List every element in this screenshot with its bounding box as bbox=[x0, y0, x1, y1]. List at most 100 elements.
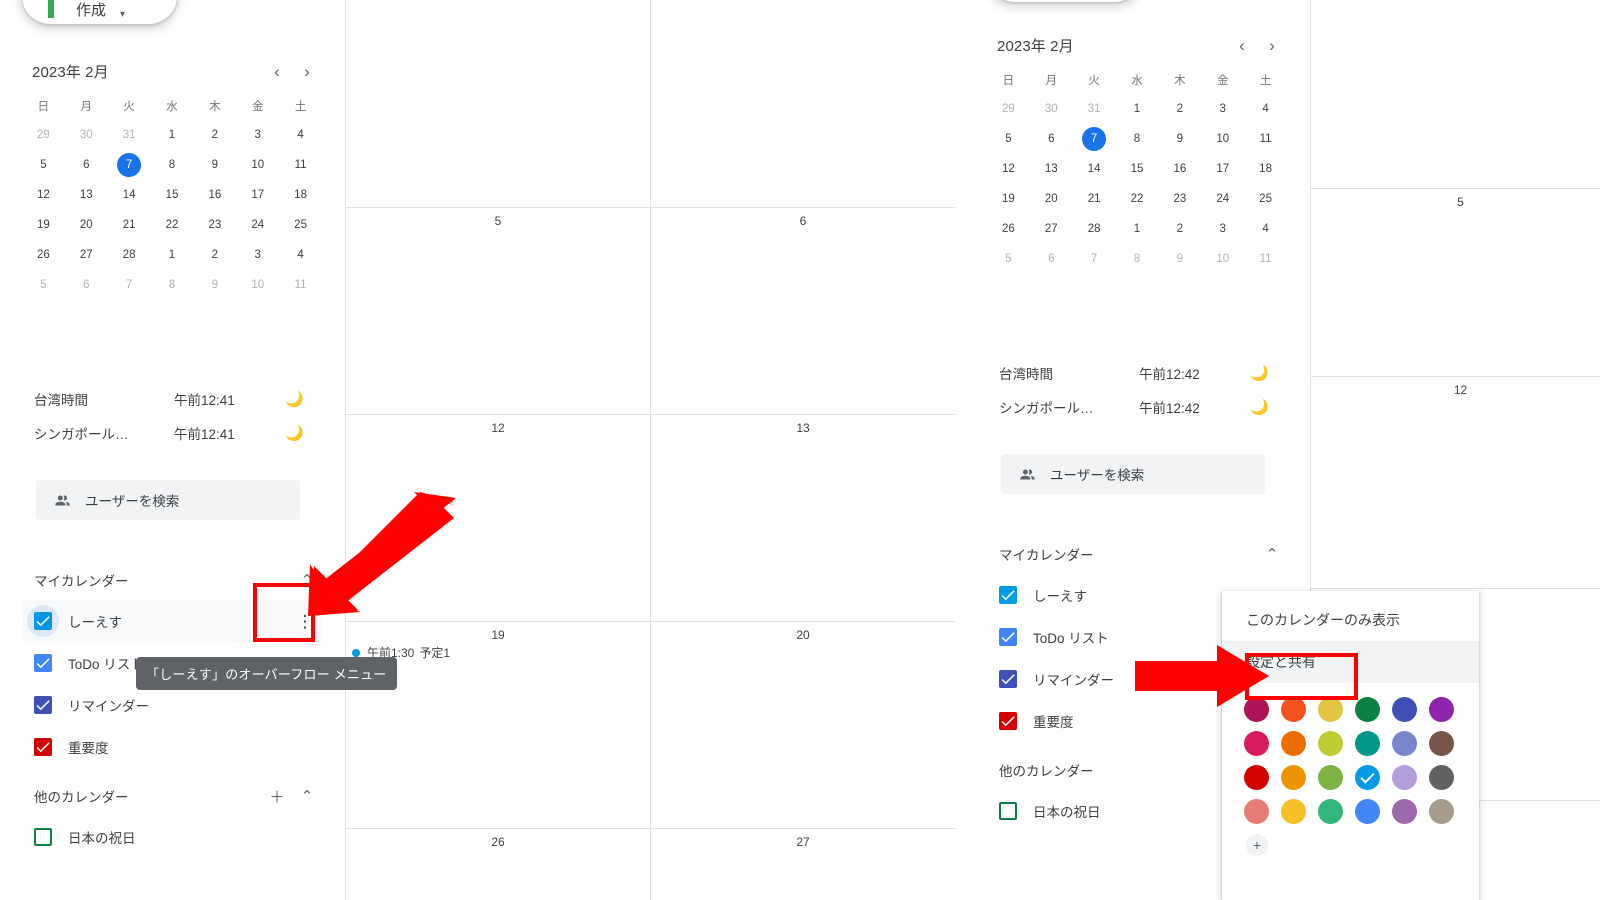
color-swatch[interactable] bbox=[1429, 697, 1454, 722]
mini-day[interactable]: 7 bbox=[108, 270, 151, 300]
mini-day[interactable]: 24 bbox=[1201, 184, 1244, 214]
mini-day[interactable]: 23 bbox=[1158, 184, 1201, 214]
mini-day[interactable]: 11 bbox=[1244, 244, 1287, 274]
color-swatch[interactable] bbox=[1281, 799, 1306, 824]
mini-day[interactable]: 10 bbox=[1201, 124, 1244, 154]
mini-day[interactable]: 10 bbox=[236, 270, 279, 300]
prev-month-button[interactable]: ‹ bbox=[262, 63, 292, 80]
color-swatch[interactable] bbox=[1281, 765, 1306, 790]
mini-day[interactable]: 2 bbox=[193, 240, 236, 270]
mini-day[interactable]: 4 bbox=[1244, 94, 1287, 124]
grid-cell[interactable]: 20 bbox=[650, 621, 955, 828]
calendar-checkbox[interactable] bbox=[999, 628, 1017, 646]
mini-day[interactable]: 4 bbox=[279, 120, 322, 150]
mini-day[interactable]: 12 bbox=[22, 180, 65, 210]
mini-day[interactable]: 4 bbox=[1244, 214, 1287, 244]
color-swatch[interactable] bbox=[1318, 765, 1343, 790]
mini-day[interactable]: 24 bbox=[236, 210, 279, 240]
grid-cell[interactable]: 5 bbox=[345, 207, 650, 414]
color-swatch[interactable] bbox=[1355, 799, 1380, 824]
color-swatch[interactable] bbox=[1429, 765, 1454, 790]
next-month-button[interactable]: › bbox=[1257, 37, 1287, 54]
mini-day[interactable]: 9 bbox=[1158, 124, 1201, 154]
mini-day-today[interactable]: 7 bbox=[108, 150, 151, 180]
next-month-button[interactable]: › bbox=[292, 63, 322, 80]
grid-cell[interactable]: 27 bbox=[650, 828, 955, 900]
search-user-input[interactable]: ユーザーを検索 bbox=[1001, 454, 1265, 494]
grid-cell[interactable] bbox=[650, 0, 955, 207]
mini-day[interactable]: 31 bbox=[108, 120, 151, 150]
mini-day[interactable]: 21 bbox=[1073, 184, 1116, 214]
mini-day[interactable]: 5 bbox=[987, 244, 1030, 274]
color-swatch[interactable] bbox=[1281, 731, 1306, 756]
color-swatch[interactable] bbox=[1318, 731, 1343, 756]
mini-day[interactable]: 6 bbox=[65, 150, 108, 180]
mini-day[interactable]: 5 bbox=[22, 270, 65, 300]
mini-day[interactable]: 18 bbox=[279, 180, 322, 210]
color-swatch-selected[interactable] bbox=[1355, 765, 1380, 790]
mini-day[interactable]: 16 bbox=[193, 180, 236, 210]
mini-day[interactable]: 10 bbox=[236, 150, 279, 180]
mini-day[interactable]: 1 bbox=[1116, 214, 1159, 244]
mini-day[interactable]: 30 bbox=[1030, 94, 1073, 124]
mini-day[interactable]: 18 bbox=[1244, 154, 1287, 184]
grid-cell[interactable]: 5 bbox=[1310, 188, 1600, 376]
calendar-checkbox[interactable] bbox=[999, 712, 1017, 730]
calendar-checkbox[interactable] bbox=[34, 654, 52, 672]
mini-day[interactable]: 2 bbox=[193, 120, 236, 150]
color-swatch[interactable] bbox=[1392, 799, 1417, 824]
mini-day[interactable]: 22 bbox=[151, 210, 194, 240]
plus-icon[interactable]: ＋ bbox=[262, 786, 292, 807]
mini-day[interactable]: 31 bbox=[1073, 94, 1116, 124]
color-swatch[interactable] bbox=[1355, 731, 1380, 756]
calendar-list-item-1[interactable]: しーえす ⋮ bbox=[22, 600, 322, 642]
calendar-checkbox[interactable] bbox=[34, 696, 52, 714]
mini-day[interactable]: 28 bbox=[108, 240, 151, 270]
color-swatch[interactable] bbox=[1244, 799, 1269, 824]
mini-day[interactable]: 6 bbox=[1030, 244, 1073, 274]
calendar-list-item-3[interactable]: リマインダー bbox=[22, 684, 322, 726]
mini-day[interactable]: 2 bbox=[1158, 94, 1201, 124]
mini-day[interactable]: 5 bbox=[987, 124, 1030, 154]
chevron-up-icon[interactable]: ⌃ bbox=[1257, 545, 1287, 563]
mini-day[interactable]: 11 bbox=[1244, 124, 1287, 154]
mini-day[interactable]: 8 bbox=[1116, 124, 1159, 154]
overflow-menu-button[interactable]: ⋮ bbox=[288, 613, 322, 630]
color-swatch[interactable] bbox=[1392, 697, 1417, 722]
mini-day[interactable]: 8 bbox=[151, 150, 194, 180]
mini-day[interactable]: 1 bbox=[151, 240, 194, 270]
mini-day[interactable]: 9 bbox=[193, 270, 236, 300]
grid-cell[interactable]: 19 午前1:30 予定1 bbox=[345, 621, 650, 828]
color-swatch[interactable] bbox=[1318, 799, 1343, 824]
color-swatch[interactable] bbox=[1281, 697, 1306, 722]
mini-day[interactable]: 7 bbox=[1073, 244, 1116, 274]
color-swatch[interactable] bbox=[1429, 731, 1454, 756]
color-swatch[interactable] bbox=[1244, 765, 1269, 790]
mini-day-today[interactable]: 7 bbox=[1073, 124, 1116, 154]
create-button[interactable]: 作成 ▾ bbox=[987, 0, 1142, 2]
mini-day[interactable]: 15 bbox=[1116, 154, 1159, 184]
calendar-list-item-4[interactable]: 重要度 bbox=[22, 726, 322, 768]
mini-day[interactable]: 25 bbox=[279, 210, 322, 240]
mini-day[interactable]: 27 bbox=[65, 240, 108, 270]
mini-day[interactable]: 6 bbox=[65, 270, 108, 300]
mini-day[interactable]: 15 bbox=[151, 180, 194, 210]
mini-day[interactable]: 14 bbox=[108, 180, 151, 210]
mini-day[interactable]: 20 bbox=[1030, 184, 1073, 214]
color-swatch[interactable] bbox=[1429, 799, 1454, 824]
mini-day[interactable]: 5 bbox=[22, 150, 65, 180]
mini-day[interactable]: 8 bbox=[1116, 244, 1159, 274]
calendar-checkbox[interactable] bbox=[34, 738, 52, 756]
mini-day[interactable]: 10 bbox=[1201, 244, 1244, 274]
mini-day[interactable]: 3 bbox=[1201, 94, 1244, 124]
mini-day[interactable]: 29 bbox=[987, 94, 1030, 124]
mini-day[interactable]: 17 bbox=[236, 180, 279, 210]
mini-day[interactable]: 14 bbox=[1073, 154, 1116, 184]
calendar-checkbox[interactable] bbox=[27, 605, 59, 637]
grid-cell[interactable] bbox=[345, 0, 650, 207]
prev-month-button[interactable]: ‹ bbox=[1227, 37, 1257, 54]
mini-day[interactable]: 16 bbox=[1158, 154, 1201, 184]
mini-day[interactable]: 11 bbox=[279, 270, 322, 300]
color-swatch[interactable] bbox=[1244, 697, 1269, 722]
mini-day[interactable]: 17 bbox=[1201, 154, 1244, 184]
